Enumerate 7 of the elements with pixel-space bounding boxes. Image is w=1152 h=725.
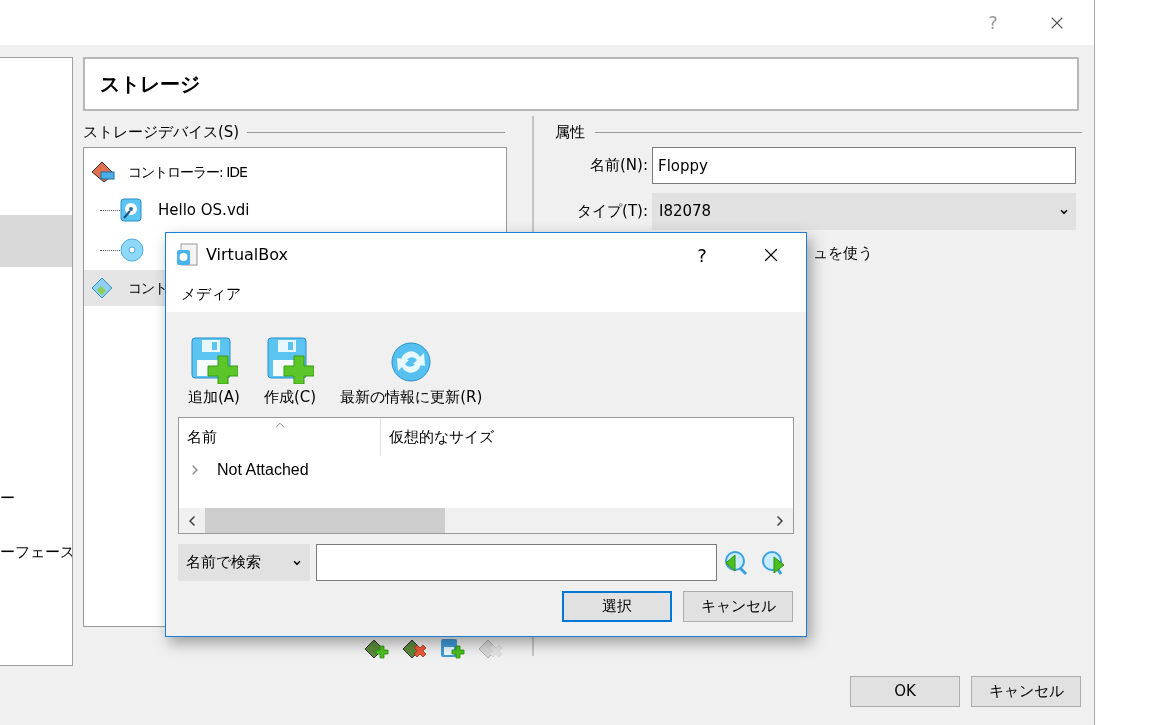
checkbox-label: ュを使う	[813, 243, 873, 264]
field-label: タイプ(T):	[576, 201, 649, 223]
dialog-title: VirtualBox	[206, 244, 289, 266]
group-label: 属性	[555, 121, 585, 143]
page-header: ストレージ	[83, 57, 1079, 111]
group-label: ストレージデバイス(S)	[83, 121, 240, 143]
field-label: 名前(N):	[589, 155, 649, 177]
